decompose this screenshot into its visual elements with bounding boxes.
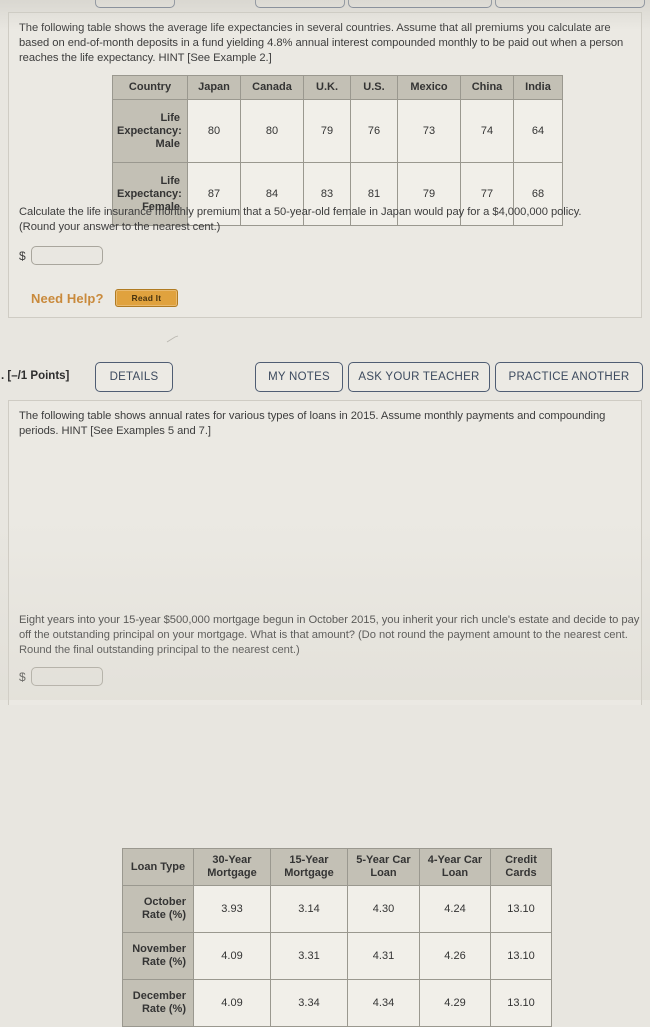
- table-row: Life Expectancy: Male 80 80 79 76 73 74 …: [112, 99, 563, 163]
- cell-male-us: 76: [350, 99, 398, 163]
- table-row: October Rate (%) 3.93 3.14 4.30 4.24 13.…: [122, 885, 552, 933]
- question-one-card: The following table shows the average li…: [8, 12, 642, 318]
- question-one-prompt: The following table shows the average li…: [19, 22, 624, 65]
- table-header-row: Loan Type 30-Year Mortgage 15-Year Mortg…: [122, 848, 552, 886]
- cell-december-m15: 3.34: [270, 979, 348, 1027]
- cell-october-m30: 3.93: [193, 885, 271, 933]
- header-country: Country: [112, 75, 188, 100]
- question-two-card: The following table shows annual rates f…: [8, 400, 642, 1027]
- scan-artifact-speck: [166, 335, 179, 343]
- question-one-task: Calculate the life insurance monthly pre…: [19, 206, 582, 234]
- cell-november-m30: 4.09: [193, 932, 271, 980]
- practice-another-button[interactable]: PRACTICE ANOTHER: [495, 362, 643, 392]
- cell-december-cc: 13.10: [490, 979, 552, 1027]
- details-button[interactable]: DETAILS: [95, 362, 173, 392]
- header-uk: U.K.: [303, 75, 351, 100]
- row-label-october: October Rate (%): [122, 885, 194, 933]
- header-loan-type: Loan Type: [122, 848, 194, 886]
- table-row: December Rate (%) 4.09 3.34 4.34 4.29 13…: [122, 979, 552, 1027]
- cell-december-m30: 4.09: [193, 979, 271, 1027]
- header-canada: Canada: [240, 75, 304, 100]
- header-5-year-car-loan: 5-Year Car Loan: [347, 848, 420, 886]
- header-15-year-mortgage: 15-Year Mortgage: [270, 848, 348, 886]
- cutoff-details-button[interactable]: [95, 0, 175, 8]
- cell-male-china: 74: [460, 99, 514, 163]
- cell-male-canada: 80: [240, 99, 304, 163]
- cell-november-cc: 13.10: [490, 932, 552, 980]
- cell-male-japan: 80: [187, 99, 241, 163]
- header-china: China: [460, 75, 514, 100]
- cutoff-ask-teacher-button[interactable]: [348, 0, 492, 8]
- question-two-points-label: . [–/1 Points]: [1, 370, 70, 382]
- life-expectancy-table: Country Japan Canada U.K. U.S. Mexico Ch…: [112, 75, 563, 226]
- question-one-answer-row: $: [19, 246, 103, 265]
- question-two-header: . [–/1 Points] DETAILS MY NOTES ASK YOUR…: [0, 362, 650, 394]
- header-india: India: [513, 75, 563, 100]
- cell-october-c5: 4.30: [347, 885, 420, 933]
- table-row: November Rate (%) 4.09 3.31 4.31 4.26 13…: [122, 932, 552, 980]
- question-two-answer-row: $: [19, 667, 103, 686]
- row-label-male: Life Expectancy: Male: [112, 99, 188, 163]
- cutoff-practice-another-button[interactable]: [495, 0, 645, 8]
- cell-december-c4: 4.29: [419, 979, 491, 1027]
- question-two-answer-input[interactable]: [30, 667, 103, 686]
- header-japan: Japan: [187, 75, 241, 100]
- cell-november-m15: 3.31: [270, 932, 348, 980]
- read-it-button[interactable]: Read It: [114, 289, 179, 307]
- cell-male-india: 64: [513, 99, 563, 163]
- cell-male-mexico: 73: [397, 99, 461, 163]
- question-two-task: Eight years into your 15-year $500,000 m…: [19, 614, 640, 657]
- previous-question-button-strip: [0, 0, 650, 8]
- row-label-december: December Rate (%): [122, 979, 194, 1027]
- my-notes-button[interactable]: MY NOTES: [255, 362, 343, 392]
- ask-your-teacher-button[interactable]: ASK YOUR TEACHER: [348, 362, 490, 392]
- cell-november-c4: 4.26: [419, 932, 491, 980]
- cutoff-my-notes-button[interactable]: [255, 0, 345, 8]
- currency-symbol: $: [19, 669, 26, 684]
- cell-october-c4: 4.24: [419, 885, 491, 933]
- cell-october-m15: 3.14: [270, 885, 348, 933]
- header-us: U.S.: [350, 75, 398, 100]
- cell-male-uk: 79: [303, 99, 351, 163]
- header-mexico: Mexico: [397, 75, 461, 100]
- question-one-answer-input[interactable]: [30, 246, 103, 265]
- header-4-year-car-loan: 4-Year Car Loan: [419, 848, 491, 886]
- table-header-row: Country Japan Canada U.K. U.S. Mexico Ch…: [112, 75, 563, 100]
- question-two-prompt: The following table shows annual rates f…: [19, 410, 606, 438]
- cell-november-c5: 4.31: [347, 932, 420, 980]
- need-help-label: Need Help?: [31, 290, 104, 306]
- row-label-november: November Rate (%): [122, 932, 194, 980]
- need-help-row: Need Help? Read It: [31, 289, 179, 307]
- cell-december-c5: 4.34: [347, 979, 420, 1027]
- header-credit-cards: Credit Cards: [490, 848, 552, 886]
- cell-october-cc: 13.10: [490, 885, 552, 933]
- currency-symbol: $: [19, 248, 26, 263]
- loan-rates-table: Loan Type 30-Year Mortgage 15-Year Mortg…: [122, 848, 552, 1027]
- header-30-year-mortgage: 30-Year Mortgage: [193, 848, 271, 886]
